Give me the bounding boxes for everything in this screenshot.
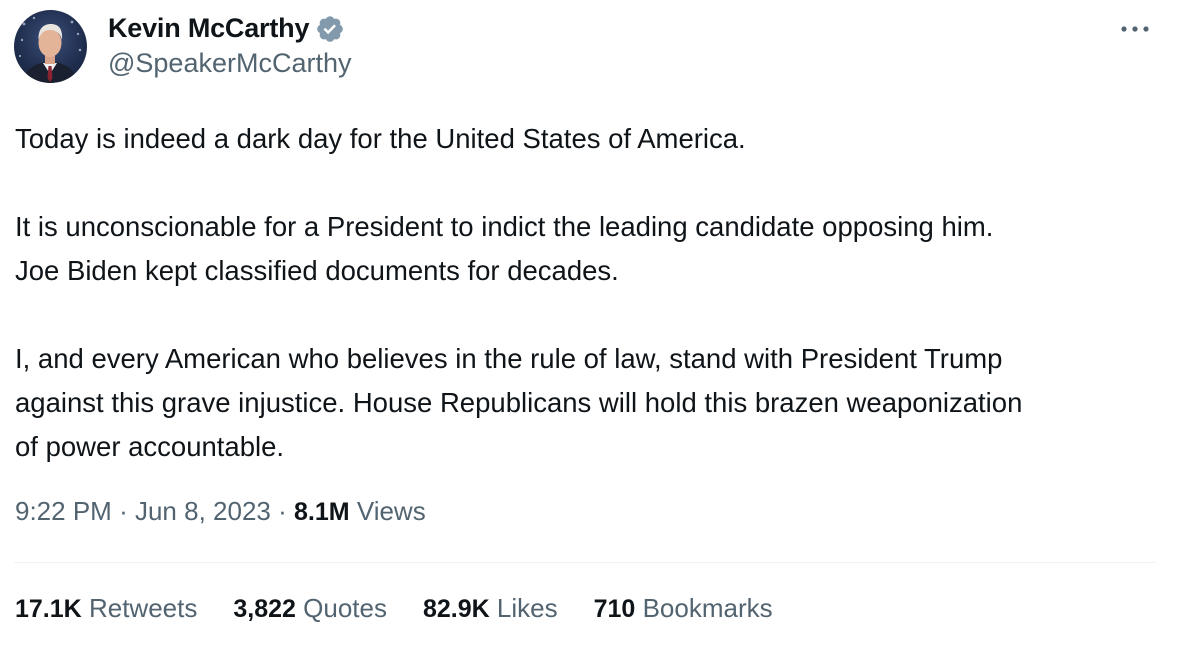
tweet-line: against this grave injustice. House Repu… [15, 387, 1023, 418]
stat-label: Quotes [303, 593, 387, 623]
verified-badge-icon[interactable] [315, 14, 345, 44]
stat-label: Likes [496, 593, 558, 623]
tweet-line: Today is indeed a dark day for the Unite… [15, 123, 746, 154]
stat-count: 17.1K [15, 595, 82, 623]
avatar-image [18, 16, 82, 83]
engagement-stats: 17.1K Retweets 3,822 Quotes 82.9K Likes … [15, 593, 809, 624]
stat-likes[interactable]: 82.9K Likes [423, 593, 558, 624]
tweet-time[interactable]: 9:22 PM [15, 496, 112, 526]
views-label: Views [356, 496, 426, 526]
divider [14, 562, 1156, 563]
meta-separator: · [278, 496, 287, 526]
stat-bookmarks[interactable]: 710 Bookmarks [594, 593, 773, 624]
stat-retweets[interactable]: 17.1K Retweets [15, 593, 197, 624]
stat-count: 82.9K [422, 595, 490, 623]
tweet-line: Joe Biden kept classified documents for … [15, 255, 619, 286]
stat-count: 3,822 [233, 595, 296, 623]
author-handle[interactable]: @SpeakerMcCarthy [108, 48, 352, 79]
stat-count: 710 [593, 595, 636, 623]
views-count: 8.1M [294, 498, 350, 526]
meta-separator: · [119, 496, 128, 526]
tweet-date[interactable]: Jun 8, 2023 [135, 496, 271, 526]
tweet-text: Today is indeed a dark day for the Unite… [15, 117, 1165, 469]
avatar[interactable] [14, 10, 87, 83]
tweet-line: of power accountable. [15, 431, 285, 462]
tweet-meta: 9:22 PM · Jun 8, 2023 · 8.1M Views [15, 496, 426, 527]
more-options-button[interactable] [1118, 16, 1152, 42]
tweet-card: Kevin McCarthy @SpeakerMcCarthy Today is… [0, 0, 1180, 646]
author-name-row: Kevin McCarthy [108, 13, 345, 44]
stat-label: Retweets [88, 593, 198, 623]
stat-quotes[interactable]: 3,822 Quotes [233, 593, 387, 624]
tweet-line: It is unconscionable for a President to … [15, 211, 994, 242]
tweet-line: I, and every American who believes in th… [15, 343, 1003, 374]
author-display-name[interactable]: Kevin McCarthy [108, 13, 309, 44]
stat-label: Bookmarks [642, 593, 773, 623]
more-horizontal-icon [1121, 26, 1149, 32]
